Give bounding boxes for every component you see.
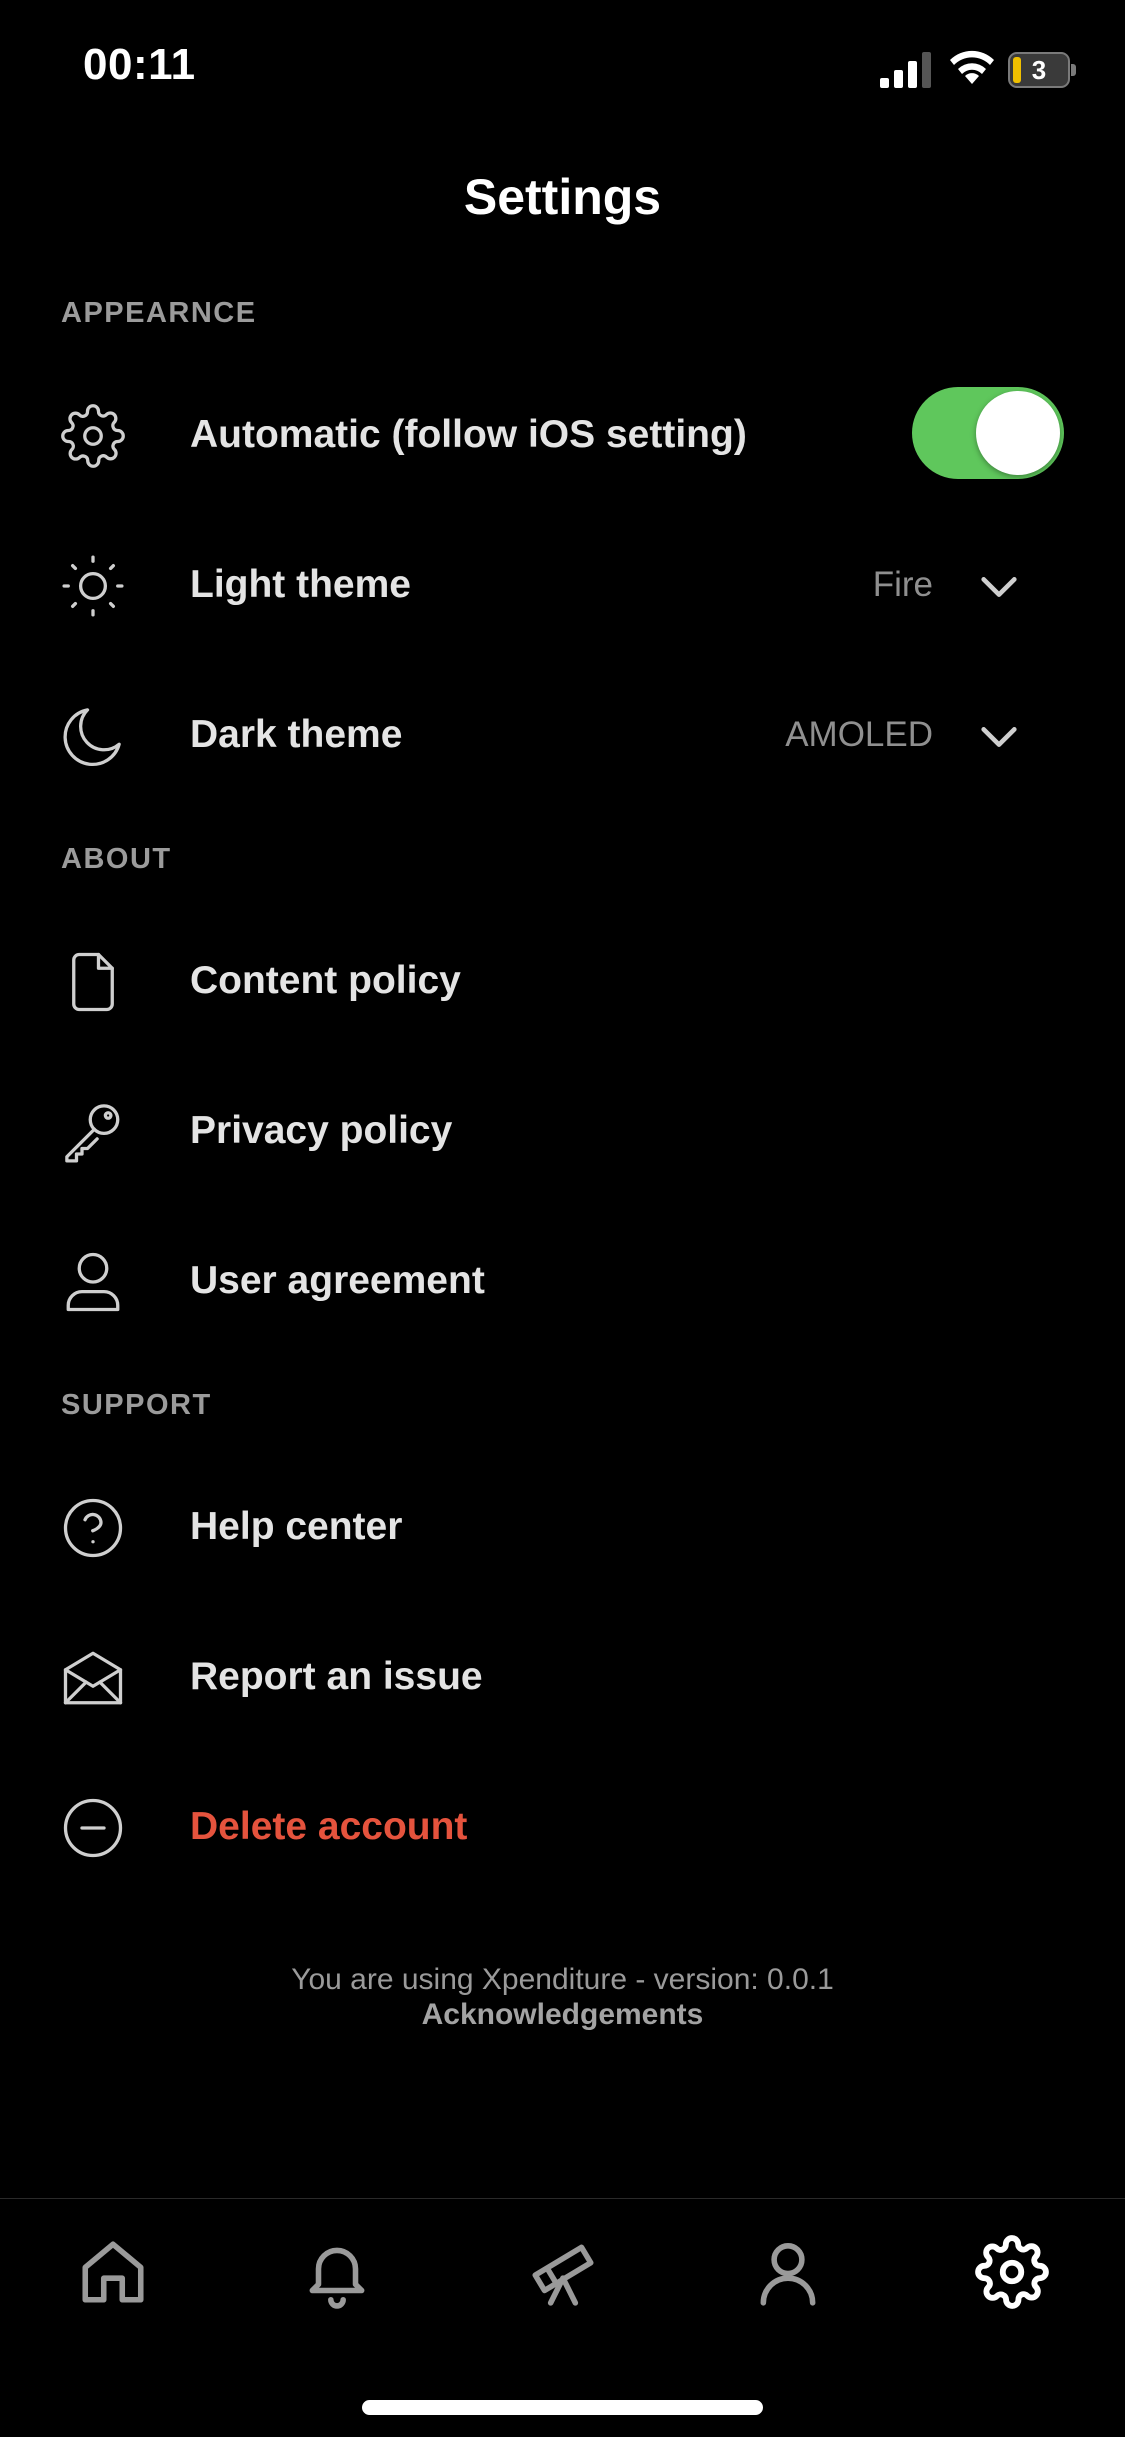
home-indicator — [362, 2400, 763, 2415]
report-issue-row[interactable]: Report an issue — [0, 1602, 1125, 1752]
chevron-down-icon[interactable] — [976, 564, 1022, 610]
sun-icon — [62, 555, 124, 617]
light-theme-row[interactable]: Light theme Fire — [0, 510, 1125, 660]
user-agreement-row[interactable]: User agreement — [0, 1206, 1125, 1356]
light-theme-label: Light theme — [190, 563, 411, 606]
bell-icon[interactable] — [300, 2235, 374, 2309]
person-icon[interactable] — [751, 2235, 825, 2309]
section-header-appearance: APPEARNCE — [61, 297, 257, 329]
automatic-theme-label: Automatic (follow iOS setting) — [190, 413, 747, 456]
content-policy-row[interactable]: Content policy — [0, 906, 1125, 1056]
moon-icon — [63, 708, 121, 767]
section-header-support: SUPPORT — [61, 1389, 212, 1421]
cellular-signal-icon — [880, 52, 931, 88]
light-theme-value: Fire — [872, 565, 933, 604]
home-icon[interactable] — [76, 2235, 150, 2309]
user-agreement-label: User agreement — [190, 1259, 485, 1302]
privacy-policy-row[interactable]: Privacy policy — [0, 1056, 1125, 1206]
section-header-about: ABOUT — [61, 843, 172, 875]
automatic-theme-toggle[interactable] — [912, 387, 1064, 479]
wifi-icon — [950, 50, 994, 84]
automatic-theme-row[interactable]: Automatic (follow iOS setting) — [0, 360, 1125, 510]
envelope-open-icon — [63, 1651, 123, 1705]
dark-theme-label: Dark theme — [190, 713, 403, 756]
battery-icon: 3 — [1008, 52, 1078, 88]
status-time: 00:11 — [83, 40, 196, 89]
help-circle-icon — [63, 1498, 123, 1558]
version-text: You are using Xpenditure - version: 0.0.… — [291, 1963, 834, 1996]
chevron-down-icon[interactable] — [976, 714, 1022, 760]
delete-account-row[interactable]: Delete account — [0, 1752, 1125, 1902]
dark-theme-value: AMOLED — [785, 715, 933, 754]
delete-account-label: Delete account — [190, 1805, 468, 1848]
gear-icon — [61, 404, 125, 468]
report-issue-label: Report an issue — [190, 1655, 483, 1698]
telescope-icon[interactable] — [526, 2235, 600, 2309]
key-icon — [65, 1104, 120, 1163]
help-center-label: Help center — [190, 1505, 403, 1548]
toggle-knob — [976, 391, 1060, 475]
help-center-row[interactable]: Help center — [0, 1452, 1125, 1602]
minus-circle-icon — [63, 1798, 123, 1858]
privacy-policy-label: Privacy policy — [190, 1109, 453, 1152]
content-policy-label: Content policy — [190, 959, 461, 1002]
page-title: Settings — [463, 169, 662, 225]
battery-percent: 3 — [1031, 55, 1047, 85]
gear-icon[interactable] — [975, 2235, 1049, 2309]
acknowledgements-link[interactable]: Acknowledgements — [0, 1998, 1125, 2032]
document-icon — [72, 952, 114, 1012]
dark-theme-row[interactable]: Dark theme AMOLED — [0, 660, 1125, 810]
person-icon — [66, 1252, 120, 1312]
